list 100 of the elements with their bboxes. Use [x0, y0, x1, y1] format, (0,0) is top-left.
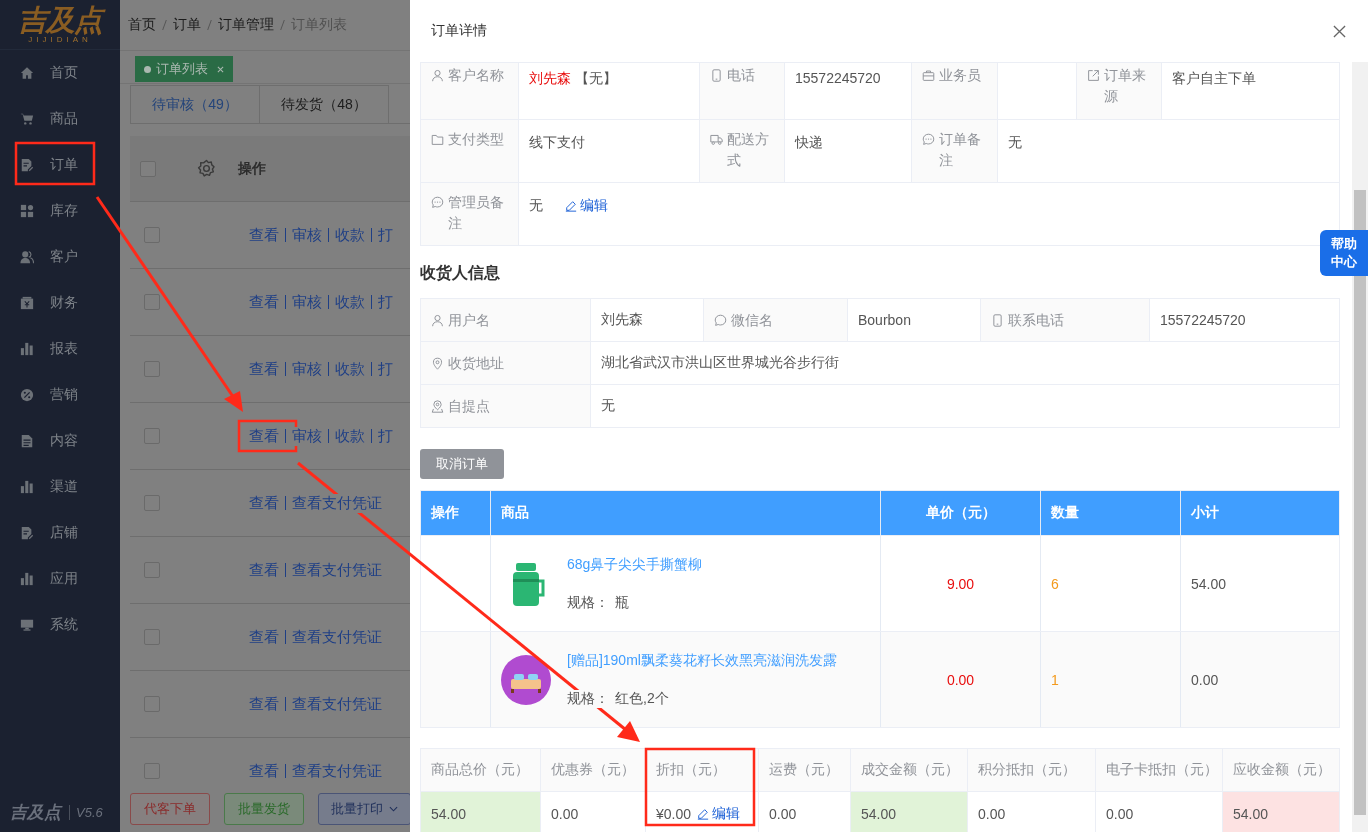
unit-price: 0.00: [946, 671, 975, 688]
edit-link[interactable]: 编辑: [565, 197, 608, 215]
spec-value: 红色,2个: [615, 689, 669, 708]
field-label: 微信名: [704, 299, 848, 341]
footer-button[interactable]: 批量打印: [318, 793, 410, 825]
footer-logo: 吉及点: [10, 801, 61, 824]
unit-price: 9.00: [946, 575, 975, 592]
action-link[interactable]: 收款: [335, 359, 365, 379]
bar-chart-icon: [20, 480, 34, 494]
action-link[interactable]: 查看: [249, 694, 279, 714]
action-link[interactable]: 查看支付凭证: [292, 627, 382, 647]
footer-button[interactable]: 代客下单: [130, 793, 210, 825]
breadcrumb-item[interactable]: 订单: [173, 16, 201, 34]
action-link[interactable]: 审核: [292, 292, 322, 312]
column-header: 优惠券（元）: [551, 761, 635, 779]
amount-value: 0.00: [551, 806, 579, 822]
amount-value: 54.00: [1233, 806, 1269, 822]
sidebar-item[interactable]: 应用: [0, 556, 120, 602]
footer-button[interactable]: 批量发货: [224, 793, 304, 825]
breadcrumb-item[interactable]: 订单管理: [218, 16, 274, 34]
product-link[interactable]: [赠品]190ml飘柔葵花籽长效黑亮滋润洗发露: [567, 651, 837, 670]
action-link[interactable]: 审核: [292, 426, 322, 446]
action-link[interactable]: 审核: [292, 225, 322, 245]
action-link[interactable]: 查看: [249, 292, 279, 312]
action-link[interactable]: 查看支付凭证: [292, 560, 382, 580]
amount-value: 0.00: [978, 806, 1006, 822]
spec-value: 瓶: [615, 593, 629, 612]
sidebar-item[interactable]: 库存: [0, 188, 120, 234]
grid-icon: [20, 204, 34, 218]
checkbox[interactable]: [144, 294, 160, 310]
person-icon: [431, 69, 444, 82]
action-link[interactable]: 打: [378, 225, 393, 245]
sidebar-item[interactable]: 财务: [0, 280, 120, 326]
sidebar-item[interactable]: 系统: [0, 602, 120, 648]
close-icon[interactable]: [1333, 24, 1346, 38]
sidebar-item[interactable]: 渠道: [0, 464, 120, 510]
document-icon: [20, 434, 34, 448]
field-value: 刘先森: [601, 311, 643, 329]
action-link[interactable]: 打: [378, 292, 393, 312]
chat-icon: [922, 133, 935, 146]
action-link[interactable]: 查看: [249, 627, 279, 647]
pin-icon: [431, 356, 444, 370]
column-header: 商品: [491, 491, 881, 535]
amount-value: 0.00: [769, 806, 797, 822]
edit-link[interactable]: 编辑: [697, 805, 741, 823]
amount-value: 0.00: [1106, 806, 1134, 822]
sidebar-item[interactable]: 报表: [0, 326, 120, 372]
field-value: 快递: [795, 134, 823, 152]
wallet-icon: [20, 296, 34, 310]
action-link[interactable]: 收款: [335, 292, 365, 312]
action-link[interactable]: 审核: [292, 359, 322, 379]
field-label: 用户名: [421, 299, 591, 341]
field-value: 线下支付: [529, 134, 585, 152]
home-icon: [20, 66, 34, 80]
settings-icon[interactable]: [197, 159, 216, 178]
action-link[interactable]: 打: [378, 426, 393, 446]
action-link[interactable]: 查看: [249, 225, 279, 245]
field-note: 【无】: [575, 70, 617, 88]
help-center-button[interactable]: 帮助中心: [1320, 230, 1368, 276]
status-dot: [144, 65, 151, 73]
column-header: 运费（元）: [769, 761, 839, 779]
close-icon[interactable]: [217, 65, 224, 73]
page-tab[interactable]: 订单列表: [135, 56, 233, 82]
bar-chart-icon: [20, 342, 34, 356]
action-link[interactable]: 查看支付凭证: [292, 493, 382, 513]
action-link[interactable]: 打: [378, 359, 393, 379]
status-tab[interactable]: 待审核（49）: [130, 85, 259, 123]
column-header: 积分抵扣（元）: [978, 761, 1076, 779]
action-link[interactable]: 收款: [335, 225, 365, 245]
action-link[interactable]: 查看: [249, 359, 279, 379]
person-icon: [431, 313, 444, 327]
sidebar-item[interactable]: 客户: [0, 234, 120, 280]
product-link[interactable]: 68g鼻子尖尖手撕蟹柳: [567, 555, 703, 574]
action-link[interactable]: 查看支付凭证: [292, 761, 382, 781]
action-link[interactable]: 查看: [249, 426, 279, 446]
sidebar-item[interactable]: 首页: [0, 50, 120, 96]
action-link[interactable]: 收款: [335, 426, 365, 446]
action-link[interactable]: 查看: [249, 560, 279, 580]
field-value: 15572245720: [1160, 312, 1246, 328]
status-tab[interactable]: 待发货（48）: [259, 85, 389, 123]
cancel-order-button[interactable]: 取消订单: [420, 449, 504, 479]
drawer-title: 订单详情: [431, 22, 487, 40]
sidebar-item[interactable]: 商品: [0, 96, 120, 142]
action-link[interactable]: 查看: [249, 761, 279, 781]
sidebar-item[interactable]: 内容: [0, 418, 120, 464]
phone-icon: [991, 313, 1004, 327]
percent-icon: [20, 388, 34, 402]
section-title: 收货人信息: [420, 264, 500, 281]
quantity: 1: [1051, 671, 1059, 688]
amount-value: ¥0.00: [656, 806, 692, 822]
sidebar-item[interactable]: 营销: [0, 372, 120, 418]
field-value: 无: [529, 197, 543, 215]
column-header: 成交金额（元）: [861, 761, 959, 779]
breadcrumb-item[interactable]: 首页: [128, 16, 156, 34]
sidebar-item[interactable]: 订单: [0, 142, 120, 188]
sidebar-item[interactable]: 店铺: [0, 510, 120, 556]
action-link[interactable]: 查看支付凭证: [292, 694, 382, 714]
action-link[interactable]: 查看: [249, 493, 279, 513]
cart-icon: [20, 112, 34, 126]
column-header: 操作: [238, 159, 266, 178]
